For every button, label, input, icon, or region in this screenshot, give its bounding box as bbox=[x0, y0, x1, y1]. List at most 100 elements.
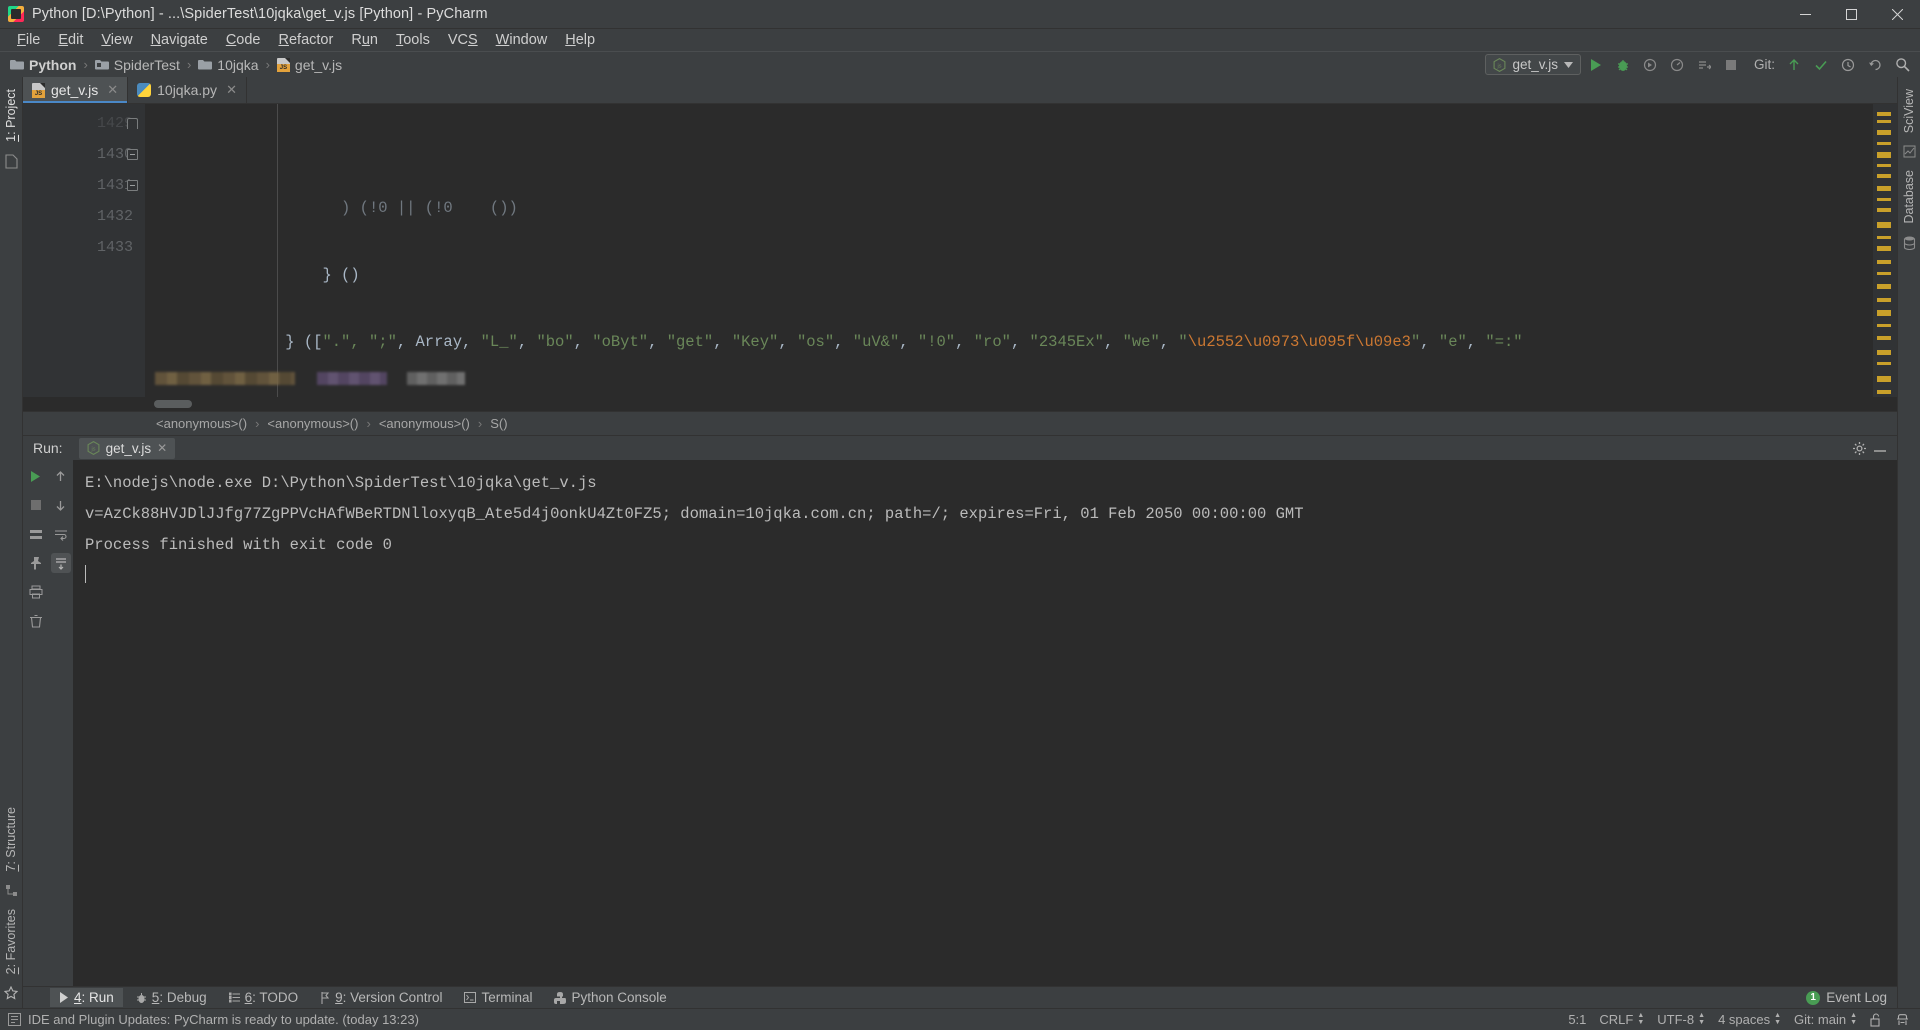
sidebar-item-database[interactable]: Database bbox=[1900, 164, 1918, 230]
maximize-button[interactable] bbox=[1828, 0, 1874, 29]
editor-scrollbar-markers[interactable] bbox=[1873, 104, 1897, 397]
file-icon[interactable] bbox=[4, 154, 18, 169]
commit-button[interactable] bbox=[1809, 54, 1833, 76]
run-tab-get-v-js[interactable]: js get_v.js ✕ bbox=[78, 437, 176, 459]
indent-selector[interactable]: 4 spaces ▲ ▼ bbox=[1718, 1012, 1781, 1027]
line-separator-selector[interactable]: CRLF ▲ ▼ bbox=[1599, 1012, 1644, 1027]
breadcrumb-python[interactable]: Python bbox=[10, 57, 76, 73]
fold-marker[interactable] bbox=[119, 139, 145, 170]
encoding-selector[interactable]: UTF-8 ▲ ▼ bbox=[1657, 1012, 1705, 1027]
rerun-button[interactable] bbox=[26, 466, 46, 486]
tab-version-control[interactable]: 9: Version Control bbox=[311, 988, 451, 1007]
rollback-button[interactable] bbox=[1863, 54, 1887, 76]
menu-tools[interactable]: Tools bbox=[387, 30, 439, 50]
run-tool-window: Run: js get_v.js ✕ E:\nodejs\node.exe D:… bbox=[23, 435, 1897, 986]
breadcrumb-label: Python bbox=[29, 56, 77, 73]
breadcrumb-separator: › bbox=[83, 57, 88, 72]
breadcrumb-spidertest[interactable]: SpiderTest bbox=[94, 57, 180, 73]
update-project-button[interactable] bbox=[1782, 54, 1806, 76]
scroll-to-end-button[interactable] bbox=[50, 553, 71, 573]
status-message[interactable]: IDE and Plugin Updates: PyCharm is ready… bbox=[28, 1012, 419, 1027]
close-tab-icon[interactable]: ✕ bbox=[226, 82, 237, 98]
editor-tab-10jqka-py[interactable]: 10jqka.py ✕ bbox=[128, 77, 247, 103]
menu-file[interactable]: File bbox=[8, 30, 49, 50]
toolbar-right: js get_v.js Git: bbox=[1485, 54, 1914, 76]
history-button[interactable] bbox=[1836, 54, 1860, 76]
sciview-icon[interactable] bbox=[1903, 145, 1916, 158]
run-button[interactable] bbox=[1584, 54, 1608, 76]
editor-tab-get-v-js[interactable]: get_v.js ✕ bbox=[23, 77, 129, 103]
minimize-icon[interactable] bbox=[1873, 441, 1887, 455]
run-configuration-selector[interactable]: js get_v.js bbox=[1485, 54, 1581, 75]
status-message-area[interactable]: IDE and Plugin Updates: PyCharm is ready… bbox=[8, 1012, 419, 1027]
structure-icon[interactable] bbox=[5, 884, 18, 897]
soft-wrap-button[interactable] bbox=[51, 524, 71, 544]
console-caret-line bbox=[85, 561, 1897, 592]
editor-horizontal-scrollbar[interactable] bbox=[23, 397, 1897, 411]
print-button[interactable] bbox=[26, 582, 46, 602]
breadcrumb-get-v-js[interactable]: get_v.js bbox=[276, 57, 342, 73]
close-button[interactable] bbox=[1874, 0, 1920, 29]
sidebar-item-favorites[interactable]: 2: Favorites bbox=[2, 903, 20, 980]
chevron-down-icon bbox=[1563, 61, 1573, 68]
menu-edit[interactable]: Edit bbox=[49, 30, 92, 50]
fold-marker[interactable] bbox=[119, 108, 145, 139]
scrollbar-thumb[interactable] bbox=[154, 400, 192, 408]
menu-help[interactable]: Help bbox=[556, 30, 604, 50]
menu-code[interactable]: Code bbox=[217, 30, 270, 50]
minimize-button[interactable] bbox=[1782, 0, 1828, 29]
menu-navigate[interactable]: Navigate bbox=[142, 30, 217, 50]
menu-view[interactable]: View bbox=[92, 30, 141, 50]
text-caret bbox=[85, 565, 86, 583]
debug-button[interactable] bbox=[1611, 54, 1635, 76]
module-folder-icon bbox=[94, 59, 109, 71]
tab-debug[interactable]: 5: Debug bbox=[127, 988, 216, 1007]
attach-button[interactable] bbox=[1692, 54, 1716, 76]
breadcrumb-segment[interactable]: S() bbox=[490, 416, 507, 431]
code-area[interactable]: 1429 1430 1431 1432 1433) (!0 || (!0 ()… bbox=[23, 104, 1897, 397]
star-icon[interactable] bbox=[4, 986, 18, 1000]
breadcrumb-segment[interactable]: <anonymous>() bbox=[267, 416, 358, 431]
event-log-area[interactable]: 1 Event Log bbox=[1806, 990, 1897, 1005]
inspector-hat-icon[interactable] bbox=[1895, 1013, 1910, 1027]
tab-terminal[interactable]: Terminal bbox=[455, 988, 541, 1007]
menu-run[interactable]: Run bbox=[342, 30, 387, 50]
down-stack-button[interactable] bbox=[51, 495, 71, 515]
menu-vcs[interactable]: VCS bbox=[439, 30, 487, 50]
unlocked-icon[interactable] bbox=[1870, 1012, 1882, 1027]
run-console-output[interactable]: E:\nodejs\node.exe D:\Python\SpiderTest\… bbox=[73, 460, 1897, 986]
database-icon[interactable] bbox=[1903, 236, 1916, 250]
line-number-gutter: 1429 1430 1431 1432 1433 bbox=[23, 104, 145, 397]
menu-refactor[interactable]: Refactor bbox=[270, 30, 343, 50]
breadcrumb-separator: › bbox=[186, 57, 192, 72]
breadcrumb-10jqka[interactable]: 10jqka bbox=[198, 57, 259, 73]
editor-tab-label: 10jqka.py bbox=[157, 82, 218, 98]
git-branch-selector[interactable]: Git: main ▲ ▼ bbox=[1794, 1012, 1857, 1027]
tab-python-console[interactable]: Python Console bbox=[545, 988, 675, 1007]
clear-button[interactable] bbox=[26, 611, 46, 631]
tab-todo[interactable]: 6: TODO bbox=[220, 988, 308, 1007]
trace-button[interactable] bbox=[26, 524, 46, 544]
close-tab-icon[interactable]: ✕ bbox=[157, 441, 167, 455]
stepper-arrows: ▲ ▼ bbox=[1637, 1012, 1645, 1026]
gear-icon[interactable] bbox=[1852, 441, 1867, 456]
breadcrumb-segment[interactable]: <anonymous>() bbox=[156, 416, 247, 431]
sidebar-item-sciview[interactable]: SciView bbox=[1900, 83, 1918, 139]
profile-button[interactable] bbox=[1665, 54, 1689, 76]
up-stack-button[interactable] bbox=[51, 466, 71, 486]
run-with-coverage-button[interactable] bbox=[1638, 54, 1662, 76]
menu-window[interactable]: Window bbox=[487, 30, 557, 50]
code-text[interactable]: ) (!0 || (!0 ()) } () } ([".", ";", Arra… bbox=[145, 104, 1873, 397]
pin-button[interactable] bbox=[26, 553, 46, 573]
tab-label: 4: Run bbox=[74, 990, 114, 1005]
fold-marker[interactable] bbox=[119, 170, 145, 201]
sidebar-item-structure[interactable]: 7: Structure bbox=[2, 801, 20, 878]
caret-position[interactable]: 5:1 bbox=[1568, 1012, 1586, 1027]
close-tab-icon[interactable]: ✕ bbox=[107, 82, 118, 98]
breadcrumb-segment[interactable]: <anonymous>() bbox=[379, 416, 470, 431]
tab-run[interactable]: 4: Run bbox=[50, 988, 123, 1007]
stop-button[interactable] bbox=[26, 495, 46, 515]
stop-button[interactable] bbox=[1719, 54, 1743, 76]
sidebar-item-project[interactable]: 1: Project bbox=[2, 83, 20, 148]
search-everywhere-button[interactable] bbox=[1890, 54, 1914, 76]
